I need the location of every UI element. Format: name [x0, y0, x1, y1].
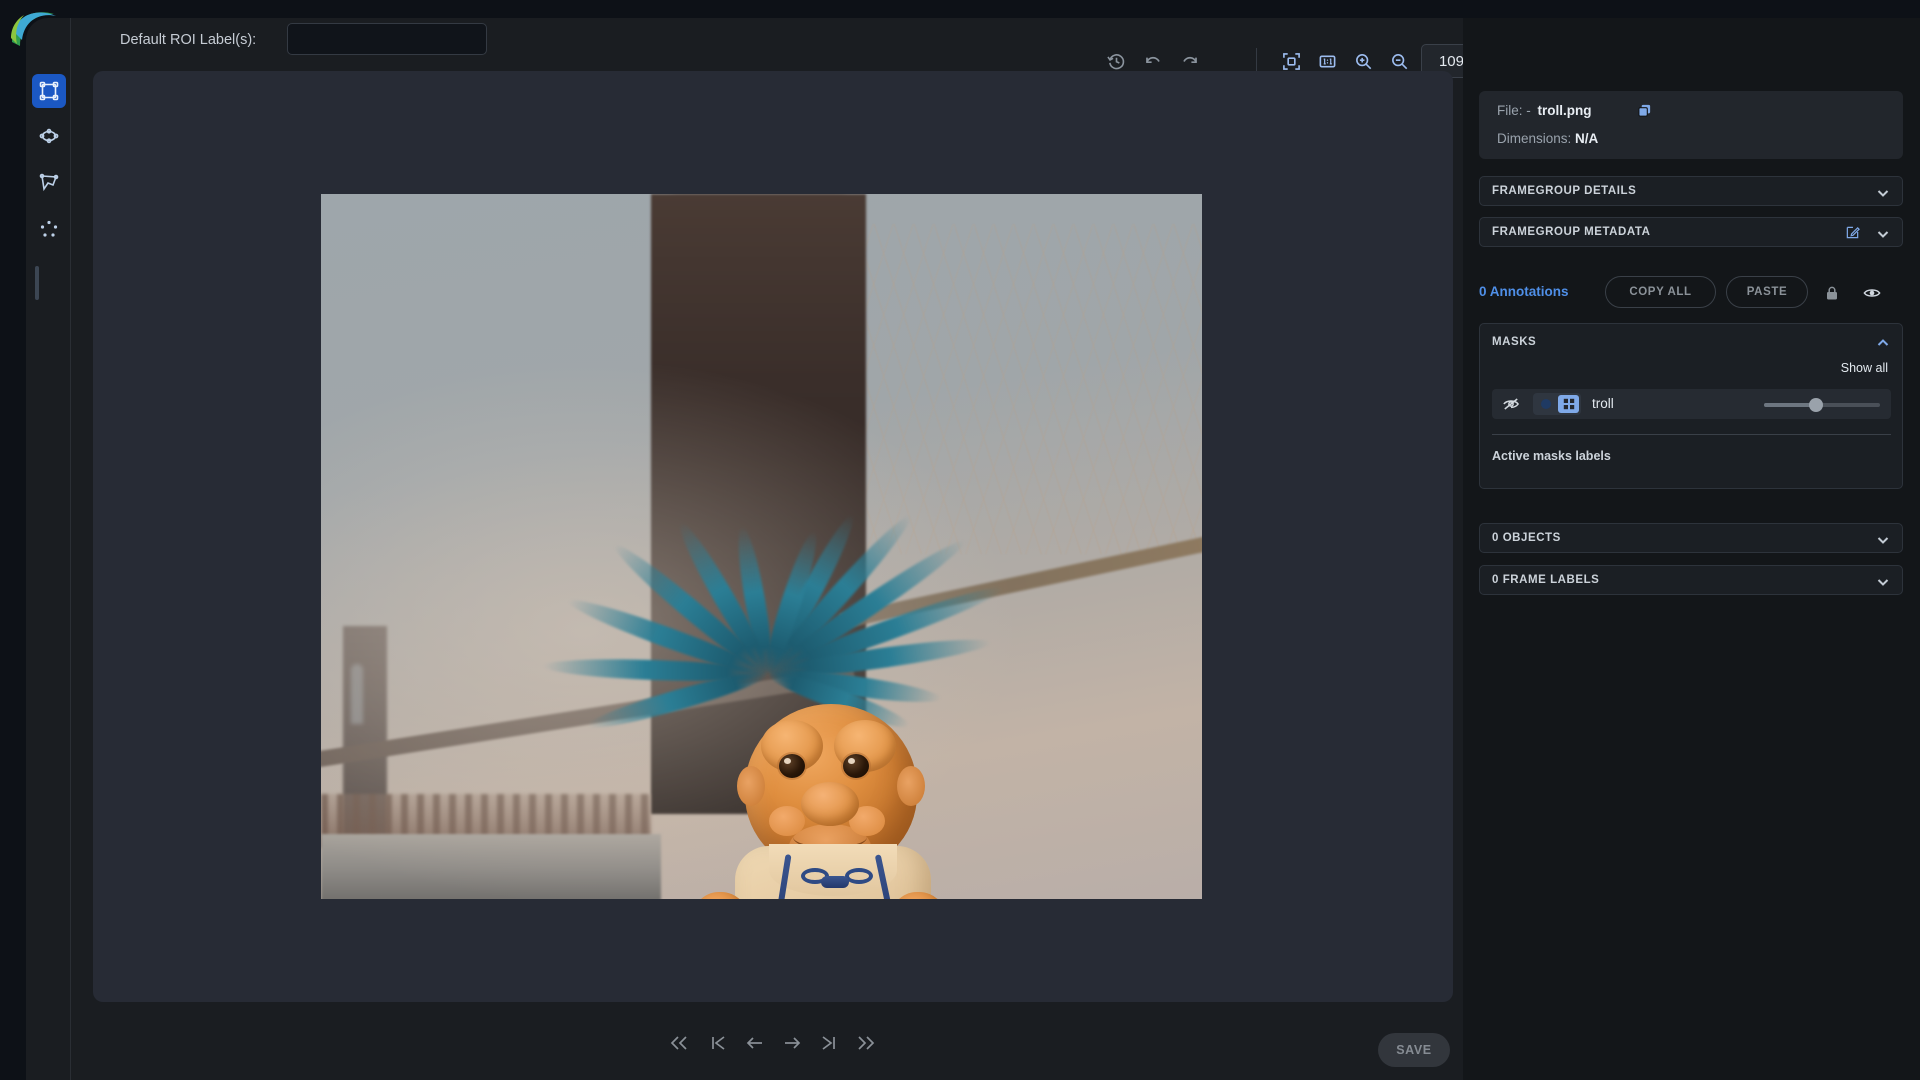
grid-icon — [1563, 398, 1575, 410]
troll-doll — [553, 524, 983, 899]
edit-icon — [1845, 225, 1860, 240]
canvas-stage[interactable] — [93, 71, 1453, 1002]
file-info-card: File: - troll.png Dimensions: N/A — [1479, 91, 1903, 159]
skip-to-start-button[interactable] — [702, 1027, 734, 1059]
ellipse-icon — [39, 126, 59, 146]
chevron-down-icon — [1876, 227, 1890, 246]
masks-collapse-button[interactable] — [1876, 336, 1890, 355]
keypoints-icon — [39, 219, 59, 239]
save-button[interactable]: SAVE — [1378, 1033, 1450, 1067]
chevron-down-icon — [1876, 575, 1890, 594]
tool-rail-scrollbar[interactable] — [35, 266, 39, 300]
zoom-out-icon — [1390, 52, 1409, 71]
rewind-fast-button[interactable] — [663, 1027, 695, 1059]
lock-icon — [1824, 285, 1840, 301]
arrow-left-icon — [744, 1032, 766, 1054]
annotations-toolbar: 0 Annotations COPY ALL PASTE — [1463, 276, 1920, 310]
file-name: troll.png — [1538, 103, 1592, 118]
masks-title: MASKS — [1492, 336, 1536, 348]
dimensions-value: N/A — [1575, 131, 1598, 146]
lock-button[interactable] — [1820, 281, 1844, 305]
mask-mode-grid-button[interactable] — [1558, 395, 1579, 413]
skip-end-icon — [818, 1032, 840, 1054]
chevron-down-icon — [1876, 186, 1890, 205]
copy-all-button[interactable]: COPY ALL — [1605, 276, 1716, 308]
forward-fast-button[interactable] — [850, 1027, 882, 1059]
bounding-box-tool[interactable] — [32, 74, 66, 108]
show-all-masks-link[interactable]: Show all — [1841, 361, 1888, 375]
skip-to-end-button[interactable] — [813, 1027, 845, 1059]
paste-button[interactable]: PASTE — [1726, 276, 1808, 308]
file-line: File: - troll.png — [1497, 103, 1592, 118]
framegroup-details-section[interactable]: FRAMEGROUP DETAILS — [1479, 176, 1903, 206]
arrow-right-icon — [781, 1032, 803, 1054]
rectangle-icon — [39, 81, 59, 101]
mask-render-mode-toggle[interactable] — [1533, 393, 1581, 415]
chevron-up-icon — [1876, 336, 1890, 350]
previous-frame-button[interactable] — [739, 1027, 771, 1059]
file-separator: - — [1526, 103, 1531, 118]
toggle-visibility-button[interactable] — [1860, 281, 1884, 305]
app-window: Default ROI Label(s): — [26, 18, 1920, 1080]
mask-opacity-slider[interactable] — [1764, 403, 1880, 407]
mask-list-item[interactable]: troll — [1492, 389, 1891, 419]
mask-opacity-thumb[interactable] — [1809, 398, 1823, 412]
redo-icon — [1180, 51, 1200, 71]
default-roi-label-input[interactable] — [287, 23, 487, 55]
right-panel: File: - troll.png Dimensions: N/A FRAMEG… — [1463, 18, 1920, 1080]
objects-section[interactable]: 0 OBJECTS — [1479, 523, 1903, 553]
actual-size-icon — [1318, 52, 1337, 71]
mask-divider — [1492, 434, 1891, 435]
framegroup-details-title: FRAMEGROUP DETAILS — [1492, 185, 1636, 197]
ellipse-tool[interactable] — [32, 119, 66, 153]
objects-title: 0 OBJECTS — [1492, 532, 1561, 544]
eye-off-icon — [1502, 396, 1520, 412]
skip-start-icon — [707, 1032, 729, 1054]
zoom-level-value: 109 — [1430, 53, 1464, 70]
playback-controls — [93, 1013, 1453, 1073]
photo-troll-brooklyn-bridge — [321, 194, 1202, 899]
mask-label: troll — [1592, 396, 1614, 411]
framegroup-metadata-section[interactable]: FRAMEGROUP METADATA — [1479, 217, 1903, 247]
dimensions-line: Dimensions: N/A — [1497, 131, 1598, 146]
undo-icon — [1143, 51, 1163, 71]
forward-fast-icon — [855, 1032, 877, 1054]
tool-rail — [26, 18, 71, 1080]
masks-card: MASKS Show all — [1479, 323, 1903, 489]
chevron-down-icon — [1876, 533, 1890, 552]
default-roi-label: Default ROI Label(s): — [120, 32, 256, 48]
rewind-fast-icon — [668, 1032, 690, 1054]
polygon-tool[interactable] — [32, 165, 66, 199]
mask-visibility-button[interactable] — [1502, 396, 1520, 412]
dimensions-label: Dimensions: — [1497, 131, 1571, 146]
active-masks-labels-title: Active masks labels — [1492, 449, 1611, 463]
keypoints-tool[interactable] — [32, 212, 66, 246]
edit-metadata-button[interactable] — [1845, 225, 1860, 245]
fit-to-screen-icon — [1282, 52, 1301, 71]
annotation-image[interactable] — [321, 194, 1202, 899]
mask-mode-solid-button[interactable] — [1535, 395, 1557, 413]
eye-icon — [1863, 284, 1881, 302]
polygon-icon — [39, 172, 59, 192]
file-prefix: File: — [1497, 103, 1523, 118]
copy-icon — [1637, 103, 1652, 118]
filled-circle-icon — [1540, 398, 1552, 410]
framegroup-metadata-title: FRAMEGROUP METADATA — [1492, 226, 1650, 238]
zoom-in-icon — [1354, 52, 1373, 71]
annotations-count: 0 Annotations — [1479, 284, 1569, 299]
copy-filename-button[interactable] — [1637, 103, 1652, 123]
frame-labels-title: 0 FRAME LABELS — [1492, 574, 1599, 586]
frame-labels-section[interactable]: 0 FRAME LABELS — [1479, 565, 1903, 595]
history-icon — [1107, 52, 1126, 71]
next-frame-button[interactable] — [776, 1027, 808, 1059]
